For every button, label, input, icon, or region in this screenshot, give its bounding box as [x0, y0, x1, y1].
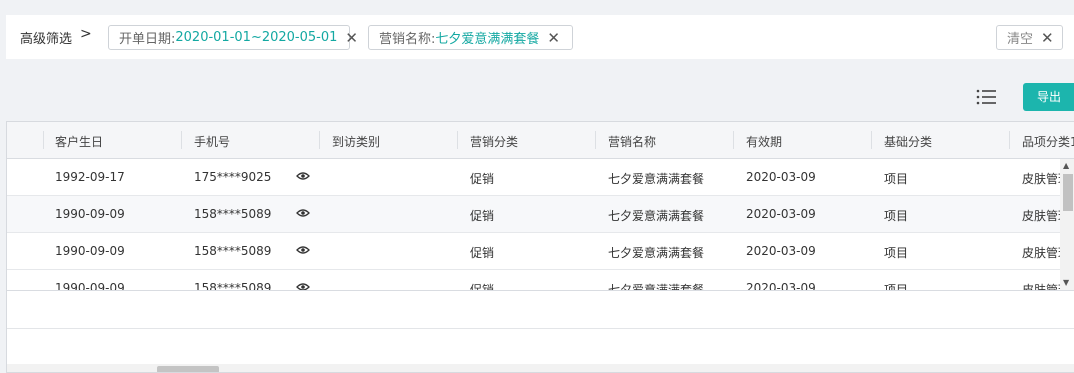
filter-bar: 高级筛选 > 开单日期: 2020-01-01~2020-05-01 ✕ 营销名…	[6, 15, 1074, 59]
filter-chip-label: 营销名称:	[379, 32, 436, 47]
table-header: 客户生日 手机号 到访类别 营销分类 营销名称 有效期 基础分类 品项分类1	[7, 122, 1074, 159]
column-divider[interactable]	[595, 131, 596, 149]
cell-marketing-name: 七夕爱意满满套餐	[608, 246, 705, 260]
cell-birthday: 1992-09-17	[55, 170, 125, 184]
cell-marketing-category: 促销	[470, 209, 495, 223]
filter-chip-value: 七夕爱意满满套餐	[435, 32, 540, 47]
column-header-phone[interactable]: 手机号	[194, 133, 230, 150]
close-icon[interactable]: ✕	[547, 29, 560, 47]
filter-chip-campaign: 营销名称: 七夕爱意满满套餐 ✕	[368, 25, 573, 50]
filter-chip-date: 开单日期: 2020-01-01~2020-05-01 ✕	[108, 25, 358, 50]
vertical-scrollbar[interactable]: ▲ ▼	[1060, 159, 1074, 290]
eye-icon[interactable]	[296, 245, 310, 255]
list-view-icon[interactable]	[976, 88, 996, 106]
cell-phone: 158****5089	[194, 244, 272, 258]
cell-valid-date: 2020-03-09	[746, 207, 816, 221]
cell-marketing-category: 促销	[470, 246, 495, 260]
column-divider[interactable]	[733, 131, 734, 149]
scroll-down-icon[interactable]: ▼	[1063, 278, 1069, 287]
column-divider[interactable]	[181, 131, 182, 149]
column-divider[interactable]	[1009, 131, 1010, 149]
clear-filters-button[interactable]: 清空 ✕	[996, 25, 1063, 50]
eye-icon[interactable]	[296, 171, 310, 181]
table-row[interactable]: 1992-09-17 175****9025 促销 七夕爱意满满套餐 2020-…	[7, 159, 1070, 196]
close-icon[interactable]: ✕	[345, 29, 358, 47]
horizontal-scrollbar[interactable]	[7, 364, 1074, 372]
cell-birthday: 1990-09-09	[55, 281, 125, 290]
cell-valid-date: 2020-03-09	[746, 244, 816, 258]
cell-base-category: 项目	[884, 283, 909, 290]
filter-chip-label: 开单日期:	[119, 32, 176, 47]
column-header-item-category[interactable]: 品项分类1	[1022, 133, 1074, 150]
cell-birthday: 1990-09-09	[55, 207, 125, 221]
cell-phone: 175****9025	[194, 170, 272, 184]
cell-base-category: 项目	[884, 172, 909, 186]
cell-marketing-category: 促销	[470, 172, 495, 186]
column-divider[interactable]	[319, 131, 320, 149]
table-row[interactable]: 1990-09-09 158****5089 促销 七夕爱意满满套餐 2020-…	[7, 270, 1060, 290]
cell-item-category: 皮肤管理	[1022, 283, 1060, 290]
cell-birthday: 1990-09-09	[55, 244, 125, 258]
clear-filters-label: 清空	[1007, 32, 1034, 47]
filter-title: 高级筛选	[20, 32, 73, 47]
data-table: 客户生日 手机号 到访类别 营销分类 营销名称 有效期 基础分类 品项分类1 1…	[6, 121, 1074, 373]
column-divider[interactable]	[871, 131, 872, 149]
cell-valid-date: 2020-03-09	[746, 281, 816, 290]
cell-base-category: 项目	[884, 246, 909, 260]
column-header-marketing-category[interactable]: 营销分类	[470, 133, 518, 150]
filter-chip-value: 2020-01-01~2020-05-01	[175, 30, 338, 45]
cell-marketing-category: 促销	[470, 283, 495, 290]
scroll-up-icon[interactable]: ▲	[1063, 161, 1069, 170]
column-header-valid-date[interactable]: 有效期	[746, 133, 782, 150]
cell-marketing-name: 七夕爱意满满套餐	[608, 209, 705, 223]
eye-icon[interactable]	[296, 282, 310, 290]
column-header-birthday[interactable]: 客户生日	[55, 133, 103, 150]
cell-valid-date: 2020-03-09	[746, 170, 816, 184]
table-row[interactable]: 1990-09-09 158****5089 促销 七夕爱意满满套餐 2020-…	[7, 196, 1070, 233]
cell-phone: 158****5089	[194, 207, 272, 221]
filter-toggle-chevron[interactable]: >	[80, 26, 92, 42]
column-header-base-category[interactable]: 基础分类	[884, 133, 932, 150]
close-icon: ✕	[1041, 28, 1054, 47]
eye-icon[interactable]	[296, 208, 310, 218]
table-footer-divider	[7, 328, 1074, 329]
column-divider[interactable]	[457, 131, 458, 149]
cell-base-category: 项目	[884, 209, 909, 223]
cell-marketing-name: 七夕爱意满满套餐	[608, 172, 705, 186]
horizontal-scrollbar-thumb[interactable]	[157, 366, 219, 372]
table-body-bottom-border	[7, 290, 1074, 291]
cell-phone: 158****5089	[194, 281, 272, 290]
column-divider[interactable]	[43, 131, 44, 149]
cell-marketing-name: 七夕爱意满满套餐	[608, 283, 705, 290]
table-row[interactable]: 1990-09-09 158****5089 促销 七夕爱意满满套餐 2020-…	[7, 233, 1070, 270]
vertical-scrollbar-thumb[interactable]	[1063, 174, 1073, 211]
export-button[interactable]: 导出	[1023, 83, 1074, 111]
column-header-marketing-name[interactable]: 营销名称	[608, 133, 656, 150]
column-header-visit-type[interactable]: 到访类别	[332, 133, 380, 150]
